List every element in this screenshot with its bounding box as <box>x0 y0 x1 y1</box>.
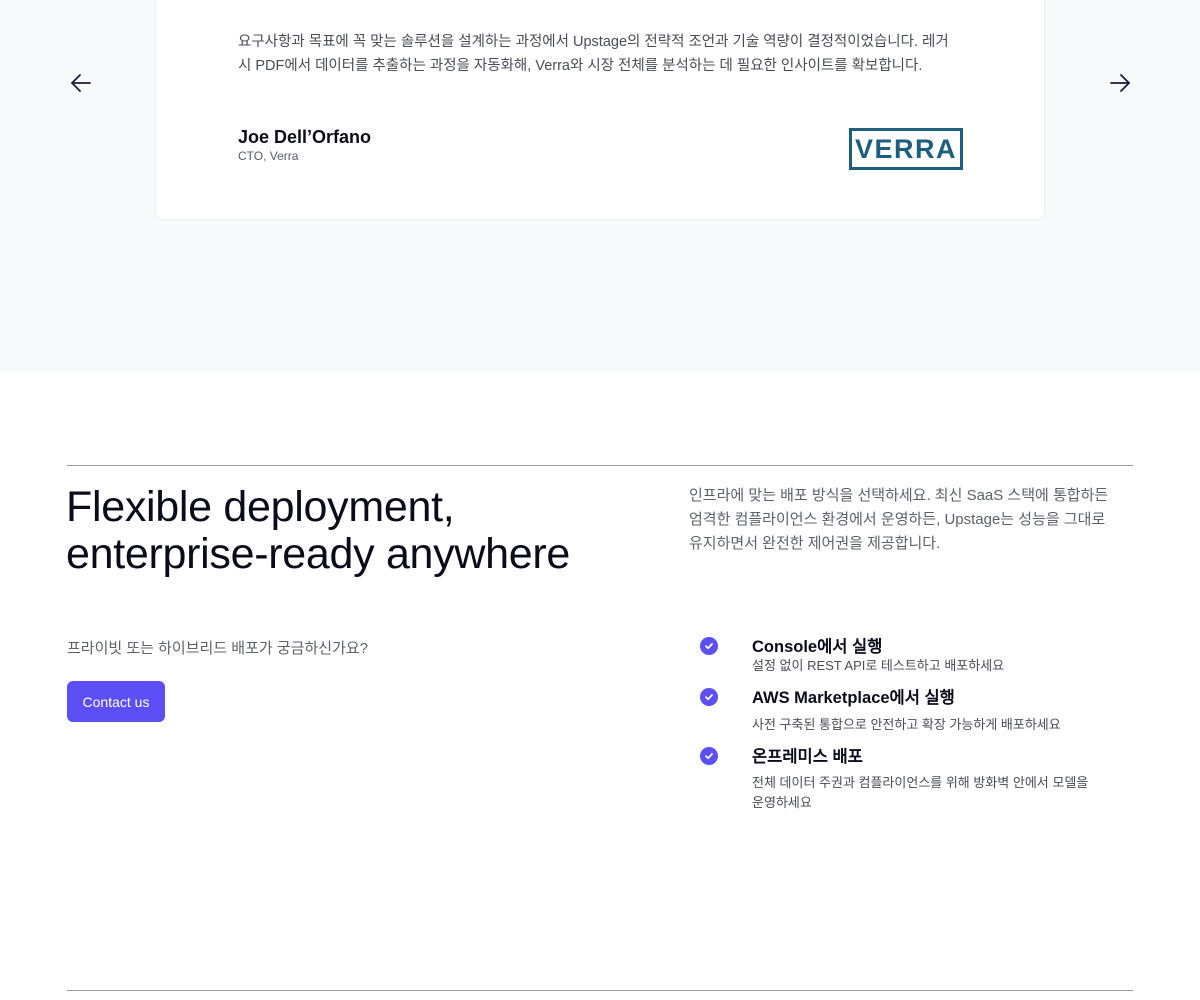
deployment-heading: Flexible deployment, enterprise-ready an… <box>66 484 666 578</box>
arrow-left-icon <box>71 74 91 92</box>
carousel-next-button[interactable] <box>1107 70 1133 96</box>
check-circle-icon <box>700 747 718 765</box>
private-deployment-question: 프라이빗 또는 하이브리드 배포가 궁금하신가요? <box>67 640 369 657</box>
arrow-right-icon <box>1110 74 1130 92</box>
check-circle-icon <box>700 688 718 706</box>
contact-us-button[interactable]: Contact us <box>67 681 165 722</box>
section-divider-bottom <box>67 990 1133 991</box>
testimonial-card: — — — — — — — — — — — — — — — — 요구사항과 목표… <box>155 0 1045 220</box>
verra-logo: VERRA <box>849 128 963 170</box>
author-role: CTO, Verra <box>238 149 299 163</box>
carousel-prev-button[interactable] <box>68 70 94 96</box>
deployment-heading-line2: enterprise-ready anywhere <box>66 530 570 578</box>
option-description: 설정 없이 REST API로 테스트하고 배포하세요 <box>752 658 1005 673</box>
option-title: AWS Marketplace에서 실행 <box>752 689 955 707</box>
option-description: 사전 구축된 통합으로 안전하고 확장 가능하게 배포하세요 <box>752 717 1061 732</box>
deployment-description: 인프라에 맞는 배포 방식을 선택하세요. 최신 SaaS 스택에 통합하든 엄… <box>689 487 1109 552</box>
option-description: 전체 데이터 주권과 컴플라이언스를 위해 방화벽 안에서 모델을 운영하세요 <box>752 775 1089 810</box>
author-name: Joe Dell’Orfano <box>238 127 372 147</box>
section-divider <box>67 465 1133 466</box>
option-title: Console에서 실행 <box>752 638 883 656</box>
option-title: 온프레미스 배포 <box>752 748 863 766</box>
testimonial-section: — — — — — — — — — — — — — — — — 요구사항과 목표… <box>0 0 1200 372</box>
check-circle-icon <box>700 637 718 655</box>
testimonial-quote: 요구사항과 목표에 꼭 맞는 솔루션을 설계하는 과정에서 Upstage의 전… <box>238 34 949 74</box>
deployment-heading-line1: Flexible deployment, <box>66 483 455 531</box>
